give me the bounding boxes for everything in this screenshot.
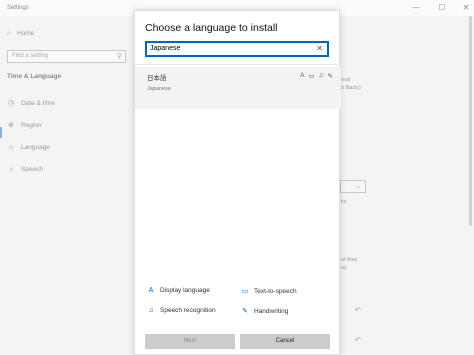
settings-search-input[interactable]: Find a setting ⚲ xyxy=(7,50,126,63)
sidebar-item-label: Speech xyxy=(21,166,44,173)
background-text: ils xyxy=(341,199,347,205)
legend-label: Handwriting xyxy=(254,307,289,315)
display-language-icon: A xyxy=(148,287,154,294)
background-dropdown[interactable]: ⌄ xyxy=(340,180,366,193)
handwriting-icon: ✎ xyxy=(242,308,248,315)
background-text: mat xyxy=(341,77,351,83)
close-button[interactable]: ✕ xyxy=(460,2,472,14)
section-title: Time & Language xyxy=(7,73,62,80)
sidebar-item-speech[interactable]: ♪ Speech xyxy=(7,166,43,173)
language-icon: ⌂ xyxy=(8,144,14,151)
language-search-value: Japanese xyxy=(150,45,181,52)
sidebar-item-language[interactable]: ⌂ Language xyxy=(7,144,50,151)
sidebar-item-label: Date & time xyxy=(21,99,55,107)
cancel-button[interactable]: Cancel xyxy=(240,334,330,349)
sidebar-item-label: Region xyxy=(21,121,42,129)
undo-icon[interactable]: ↶ xyxy=(355,336,361,344)
speech-recognition-icon: ♫ xyxy=(148,307,154,314)
language-native-name: 日本語 xyxy=(147,75,167,82)
next-button[interactable]: Next xyxy=(145,334,235,349)
clear-icon[interactable]: ✕ xyxy=(316,43,323,55)
globe-icon: ⊕ xyxy=(8,122,14,129)
sidebar-item-label: Language xyxy=(21,144,50,151)
scrollbar[interactable] xyxy=(469,16,472,226)
sidebar-item-date-time[interactable]: ◷ Date & time xyxy=(7,99,55,108)
chevron-down-icon: ⌄ xyxy=(355,183,361,190)
legend-speech-recognition: ♫ Speech recognition xyxy=(147,307,216,314)
language-result-item[interactable]: 日本語 Japanese A ▭ ♫ ✎ xyxy=(135,67,341,109)
display-language-icon: A xyxy=(300,72,305,79)
text-to-speech-icon: ▭ xyxy=(308,73,315,80)
feature-icons: A ▭ ♫ ✎ xyxy=(300,72,333,80)
sidebar: ⌂ Home Find a setting ⚲ Time & Language … xyxy=(0,16,134,355)
minimize-button[interactable]: — xyxy=(410,2,422,14)
divider xyxy=(135,64,341,65)
language-search-input[interactable]: Japanese ✕ xyxy=(145,41,329,57)
handwriting-icon: ✎ xyxy=(327,73,333,80)
background-text: ay xyxy=(341,265,347,271)
microphone-icon: ♪ xyxy=(9,166,13,173)
legend-label: Display language xyxy=(160,287,210,294)
nav-home-label: Home xyxy=(16,30,35,37)
background-text: n Basis) xyxy=(341,85,361,91)
window-title: Settings xyxy=(7,5,29,11)
dialog-title: Choose a language to install xyxy=(145,22,278,34)
language-english-name: Japanese xyxy=(147,86,171,92)
undo-icon[interactable]: ↶ xyxy=(355,306,361,314)
maximize-button[interactable]: ☐ xyxy=(436,2,448,14)
settings-search-placeholder: Find a setting xyxy=(12,53,49,59)
legend-label: Text-to-speech xyxy=(254,287,297,295)
choose-language-dialog: Choose a language to install Japanese ✕ … xyxy=(134,10,341,355)
active-indicator xyxy=(0,127,2,138)
nav-home[interactable]: ⌂ Home xyxy=(7,30,34,37)
speech-recognition-icon: ♫ xyxy=(318,72,324,79)
background-text: at they xyxy=(341,257,358,263)
text-to-speech-icon: ▭ xyxy=(241,288,249,295)
home-icon: ⌂ xyxy=(7,30,11,37)
legend-text-to-speech: ▭ Text-to-speech xyxy=(241,287,297,296)
legend-handwriting: ✎ Handwriting xyxy=(241,307,289,316)
sidebar-item-region[interactable]: ⊕ Region xyxy=(7,121,42,130)
legend-display-language: A Display language xyxy=(147,287,210,294)
search-icon: ⚲ xyxy=(116,53,122,60)
legend-label: Speech recognition xyxy=(160,307,216,314)
calendar-clock-icon: ◷ xyxy=(7,100,15,107)
